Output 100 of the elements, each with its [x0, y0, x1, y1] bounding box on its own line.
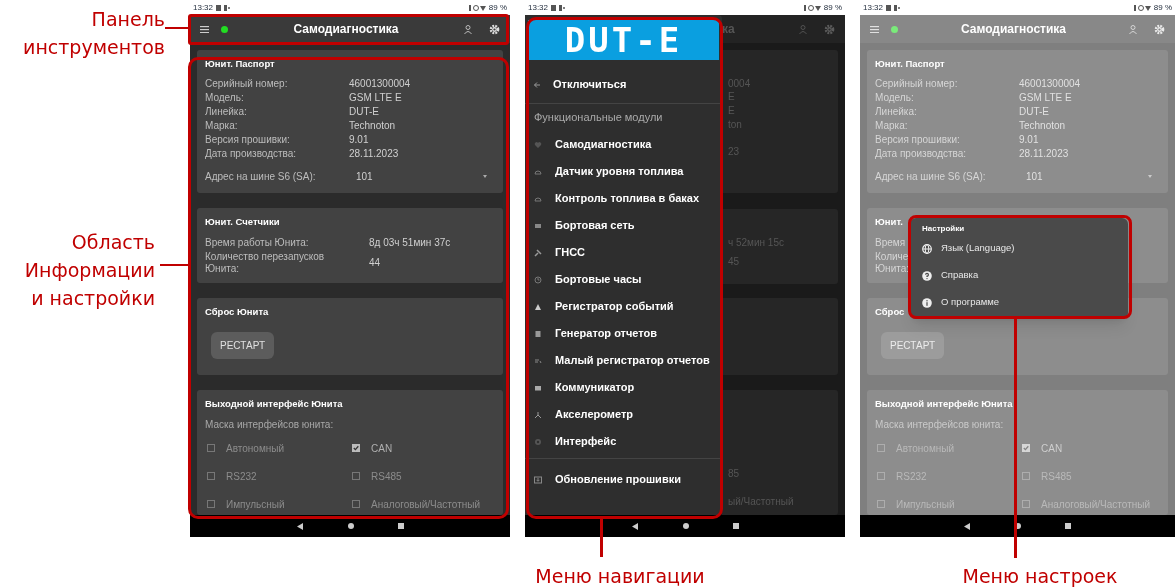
notification-icons	[216, 4, 231, 11]
battery-level: 89 %	[823, 2, 842, 13]
field-value: 44	[369, 257, 382, 269]
field-label: Адрес на шине S6 (SA):	[205, 169, 317, 184]
globe-icon	[922, 243, 932, 254]
checkbox[interactable]	[1022, 444, 1030, 452]
field-label: Марка:	[875, 119, 908, 133]
card-title: Юнит. Паспорт	[875, 58, 946, 70]
field-value: GSM LTE E	[349, 92, 403, 104]
drawer-item[interactable]: Малый регистратор отчетов	[525, 347, 722, 374]
address-select[interactable]: 101	[356, 168, 495, 184]
drawer-item[interactable]: Акселерометр	[525, 401, 722, 428]
field-value: 9.01	[349, 134, 370, 146]
checkbox[interactable]	[352, 500, 360, 508]
axes-icon	[534, 410, 542, 419]
callout-label: Меню настроек	[961, 564, 1119, 588]
leader-line	[160, 264, 188, 266]
menu-icon[interactable]	[200, 25, 209, 33]
back-arrow-icon	[534, 81, 540, 88]
drawer-item[interactable]: Бортовые часы	[525, 266, 722, 293]
drawer-item[interactable]: Генератор отчетов	[525, 320, 722, 347]
checkbox[interactable]	[207, 500, 215, 508]
status-time: 13:32	[193, 2, 214, 13]
signal-icons	[468, 4, 487, 11]
menu-item[interactable]: О программе	[910, 289, 1128, 316]
heart-icon	[534, 140, 542, 149]
checkbox-label: RS485	[371, 469, 402, 484]
drawer-item[interactable]: Бортовая сеть	[525, 212, 722, 239]
field-label: Линейка:	[205, 105, 247, 119]
checkbox[interactable]	[877, 500, 885, 508]
drawer-item[interactable]: Самодиагностика	[525, 131, 722, 158]
checkbox[interactable]	[352, 472, 360, 480]
field-value: GSM LTE E	[1019, 92, 1073, 104]
field-value: Technoton	[1019, 120, 1067, 132]
logo: DUT-E	[528, 20, 719, 60]
field-label: Линейка:	[875, 105, 917, 119]
checkbox[interactable]	[1022, 500, 1030, 508]
drawer-item[interactable]: Коммуникатор	[525, 374, 722, 401]
checkbox[interactable]	[877, 444, 885, 452]
checkbox-label: RS232	[226, 469, 257, 484]
restart-button[interactable]: РЕСТАРТ	[211, 332, 274, 359]
field-label: Марка:	[205, 119, 238, 133]
field-value: 28.11.2023	[1019, 148, 1070, 160]
drawer-item[interactable]: Регистратор событий	[525, 293, 722, 320]
card-title: Сброс	[875, 306, 906, 318]
leader-line	[165, 27, 188, 29]
menu-item[interactable]: Справка	[910, 262, 1128, 289]
callout-label: Меню навигации	[534, 564, 706, 588]
checkbox-label: CAN	[371, 441, 393, 456]
mail-icon	[534, 383, 542, 392]
checkbox[interactable]	[207, 472, 215, 480]
settings-icon[interactable]	[489, 23, 500, 35]
gauge-icon	[534, 194, 542, 203]
drawer-item[interactable]: Интерфейс	[525, 428, 722, 455]
card-title: Юнит. Счетчики	[205, 216, 281, 228]
download-icon	[534, 475, 542, 484]
callout-label: Панель инструментов	[22, 7, 165, 60]
help-icon	[922, 270, 932, 281]
gauge-icon	[534, 167, 542, 176]
checkbox-label: Автономный	[226, 441, 285, 456]
battery-level: 89 %	[488, 2, 507, 13]
checkbox-label: Аналоговый/Частотный	[371, 497, 481, 512]
leader-line	[600, 518, 603, 557]
notification-icons	[551, 4, 566, 11]
status-time: 13:32	[863, 2, 884, 13]
card-title: Юнит. Паспорт	[205, 58, 276, 70]
drawer-item[interactable]: Датчик уровня топлива	[525, 158, 722, 185]
recents-icon[interactable]	[397, 523, 404, 529]
list-icon	[534, 356, 542, 365]
drawer-item[interactable]: ГНСС	[525, 239, 722, 266]
menu-item[interactable]: Язык (Language)	[910, 235, 1128, 262]
person-icon[interactable]	[1129, 24, 1137, 34]
drawer-item[interactable]: Отключиться	[525, 71, 722, 98]
field-value: Technoton	[349, 120, 397, 132]
card-title: Выходной интерфейс Юнита	[875, 398, 1014, 410]
drawer-item[interactable]: Обновление прошивки	[525, 466, 722, 493]
home-icon[interactable]	[347, 523, 354, 529]
info-icon	[922, 297, 932, 308]
status-time: 13:32	[528, 2, 549, 13]
home-icon[interactable]	[682, 523, 689, 529]
person-icon[interactable]	[464, 24, 472, 34]
signal-icons	[803, 4, 822, 11]
field-label: Версия прошивки:	[205, 133, 290, 147]
checkbox[interactable]	[877, 472, 885, 480]
field-label: Количе Юнита:	[875, 251, 910, 275]
drawer-item[interactable]: Контроль топлива в баках	[525, 185, 722, 212]
back-icon[interactable]	[296, 522, 304, 530]
checkbox-label: CAN	[1041, 441, 1063, 456]
checkbox[interactable]	[1022, 472, 1030, 480]
warning-icon	[534, 302, 542, 311]
back-icon[interactable]	[631, 522, 639, 530]
checkbox[interactable]	[207, 444, 215, 452]
recents-icon[interactable]	[732, 523, 739, 529]
field-label: Адрес на шине S6 (SA):	[875, 169, 987, 184]
section-header: Функциональные модули	[533, 110, 664, 126]
back-icon[interactable]	[964, 522, 971, 530]
field-label: Время	[875, 237, 906, 249]
status-dot-icon	[891, 25, 898, 33]
field-label: Количество перезапусков Юнита:	[205, 251, 326, 275]
checkbox[interactable]	[352, 444, 360, 452]
